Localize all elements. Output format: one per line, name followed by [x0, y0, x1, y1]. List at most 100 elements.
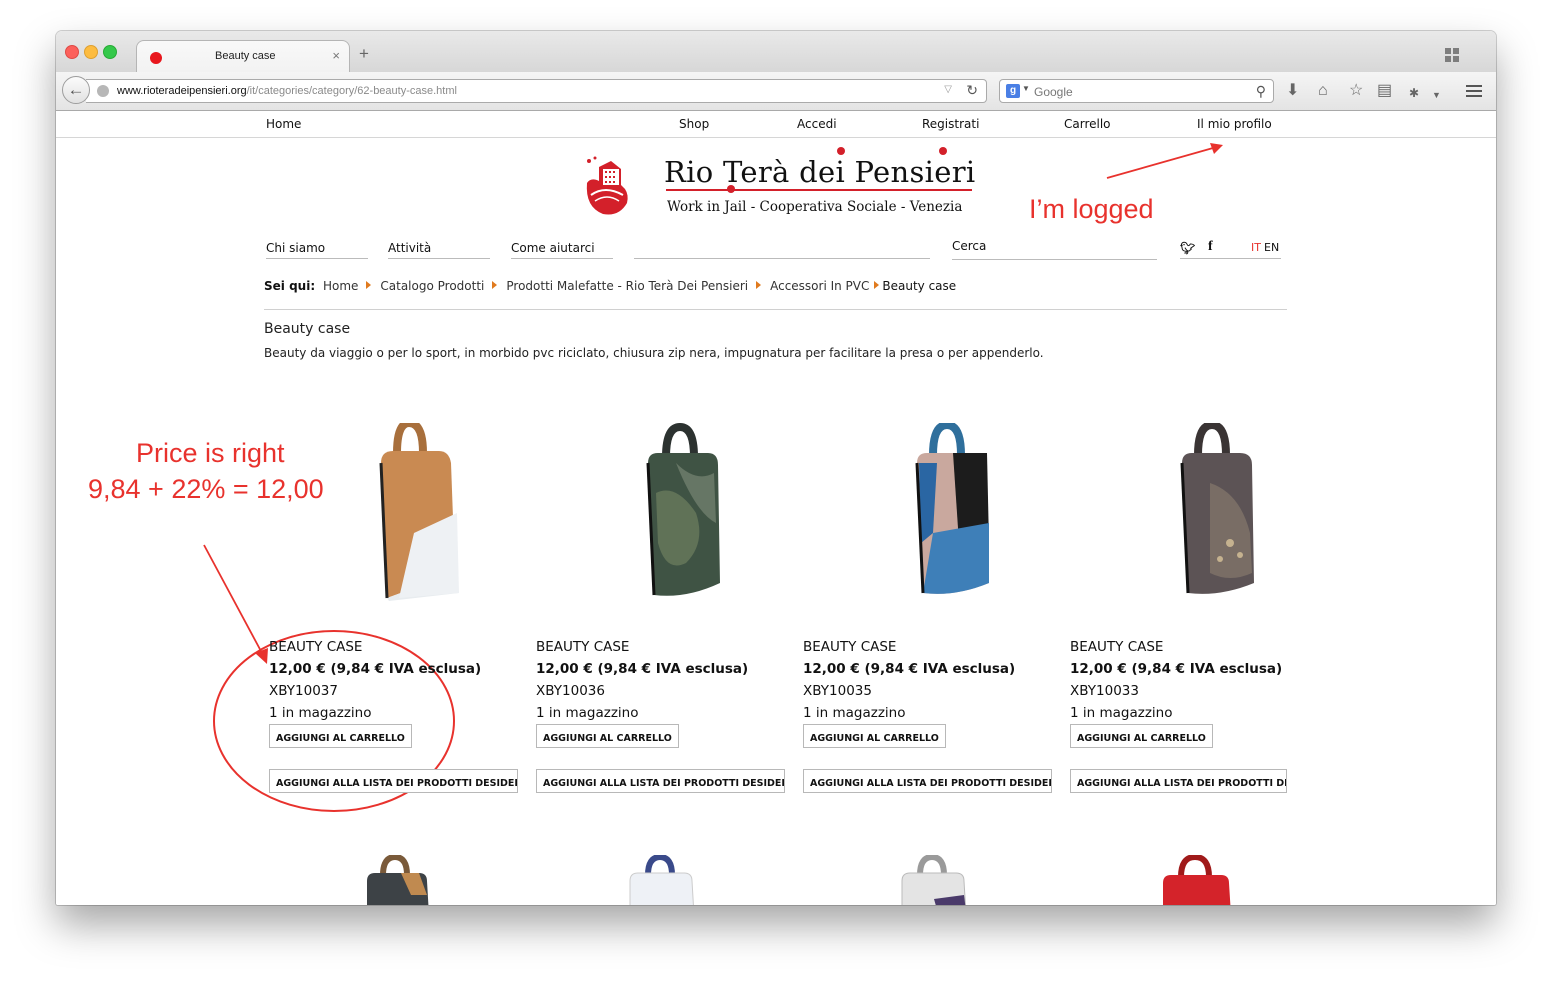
breadcrumb: Sei qui: Home Catalogo Prodotti Prodotti M… — [264, 279, 956, 293]
logged-arrow — [1106, 143, 1223, 179]
search-engine-icon[interactable]: g — [1006, 84, 1020, 98]
product-sku: XBY10035 — [803, 683, 872, 699]
nav-underline — [511, 258, 613, 259]
facebook-icon[interactable]: f — [1208, 239, 1213, 255]
search-label: Cerca — [952, 239, 987, 253]
nav-underline — [388, 258, 490, 259]
search-engine-caret-icon[interactable]: ▼ — [1022, 84, 1030, 93]
back-button[interactable]: ← — [62, 76, 90, 104]
product-sku: XBY10036 — [536, 683, 605, 699]
breadcrumb-pvc[interactable]: Accessori In PVC — [770, 279, 869, 293]
product-image[interactable] — [626, 423, 736, 603]
nav-underline — [266, 258, 368, 259]
add-to-wishlist-button[interactable]: AGGIUNGI ALLA LISTA DEI PRODOTTI DESIDER… — [1070, 769, 1287, 793]
url-history-dropdown-icon[interactable]: ▽ — [944, 84, 952, 95]
product-image-partial[interactable] — [626, 855, 696, 905]
product-price: 12,00 € (9,84 € IVA esclusa) — [803, 661, 1016, 677]
search-icon[interactable]: ⚲ — [1256, 83, 1266, 100]
lang-en[interactable]: EN — [1264, 241, 1279, 254]
logo-underline — [666, 189, 972, 191]
download-icon[interactable]: ⬇ — [1286, 82, 1299, 100]
home-icon[interactable]: ⌂ — [1318, 82, 1328, 100]
bookmark-star-icon[interactable]: ☆ — [1349, 82, 1363, 100]
product-image-partial[interactable] — [1161, 855, 1231, 905]
logo-title[interactable]: Rio Terà dei Pensieri — [664, 155, 975, 189]
add-to-cart-button[interactable]: AGGIUNGI AL CARRELLO — [1070, 724, 1213, 748]
top-menu-register[interactable]: Registrati — [922, 117, 979, 131]
site-search-input[interactable] — [952, 259, 1157, 260]
url-host: www.rioteradeipensieri.org — [117, 85, 247, 97]
nav-underline — [634, 258, 930, 259]
top-menu-shop[interactable]: Shop — [679, 117, 709, 131]
logged-annotation: I’m logged — [1029, 194, 1154, 224]
search-bar[interactable]: g ▼ Google ⚲ — [999, 79, 1274, 103]
breadcrumb-catalog[interactable]: Catalogo Prodotti — [380, 279, 484, 293]
add-to-wishlist-button[interactable]: AGGIUNGI ALLA LISTA DEI PRODOTTI DESIDER… — [536, 769, 785, 793]
product-image[interactable] — [1160, 423, 1270, 603]
product-card: BEAUTY CASE 12,00 € (9,84 € IVA esclusa)… — [269, 423, 524, 823]
top-menu-profile[interactable]: Il mio profilo — [1197, 117, 1272, 131]
back-arrow-icon: ← — [67, 80, 85, 99]
product-image[interactable] — [893, 423, 1003, 603]
product-card: BEAUTY CASE 12,00 € (9,84 € IVA esclusa)… — [1070, 423, 1325, 823]
tab-close-icon[interactable]: × — [332, 48, 340, 63]
product-stock: 1 in magazzino — [269, 705, 372, 721]
add-to-cart-button[interactable]: AGGIUNGI AL CARRELLO — [536, 724, 679, 748]
new-tab-button[interactable]: + — [359, 45, 369, 62]
product-sku: XBY10037 — [269, 683, 338, 699]
maximize-window-button[interactable] — [103, 45, 117, 59]
reading-list-icon[interactable]: ▤ — [1377, 82, 1392, 100]
logo-dot — [727, 185, 735, 193]
add-to-wishlist-button[interactable]: AGGIUNGI ALLA LISTA DEI PRODOTTI DESIDER… — [803, 769, 1052, 793]
breadcrumb-home[interactable]: Home — [323, 279, 358, 293]
nav-about[interactable]: Chi siamo — [266, 241, 325, 255]
top-menu-login[interactable]: Accedi — [797, 117, 837, 131]
browser-tab[interactable]: Beauty case × — [136, 40, 350, 73]
lang-it[interactable]: IT — [1251, 241, 1261, 254]
product-price: 12,00 € (9,84 € IVA esclusa) — [269, 661, 482, 677]
nav-activities[interactable]: Attività — [388, 241, 431, 255]
logo-icon[interactable] — [581, 155, 633, 217]
logo-dot — [939, 147, 947, 155]
addon-dropdown-icon[interactable]: ▼ — [1432, 86, 1441, 104]
product-stock: 1 in magazzino — [536, 705, 639, 721]
product-name[interactable]: BEAUTY CASE — [803, 639, 896, 655]
twitter-icon[interactable]: 🐦︎ — [1180, 241, 1195, 255]
product-sku: XBY10033 — [1070, 683, 1139, 699]
close-window-button[interactable] — [65, 45, 79, 59]
product-image-partial[interactable] — [898, 855, 968, 905]
top-menu: Home Shop Accedi Registrati Carrello Il … — [56, 111, 1496, 138]
price-annotation-line1: Price is right — [136, 438, 285, 468]
title-bar: Beauty case × + — [56, 31, 1496, 73]
nav-help[interactable]: Come aiutarci — [511, 241, 595, 255]
addon-icon[interactable]: ✱ — [1409, 84, 1419, 102]
globe-icon — [97, 85, 109, 97]
top-menu-cart[interactable]: Carrello — [1064, 117, 1111, 131]
product-image-partial[interactable] — [361, 855, 431, 905]
add-to-wishlist-button[interactable]: AGGIUNGI ALLA LISTA DEI PRODOTTI DESIDER… — [269, 769, 518, 793]
category-description: Beauty da viaggio o per lo sport, in mor… — [264, 346, 1044, 360]
product-name[interactable]: BEAUTY CASE — [269, 639, 362, 655]
breadcrumb-malefatte[interactable]: Prodotti Malefatte - Rio Terà Dei Pensie… — [506, 279, 748, 293]
navigation-toolbar: www.rioteradeipensieri.org/it/categories… — [56, 72, 1496, 111]
add-to-cart-button[interactable]: AGGIUNGI AL CARRELLO — [803, 724, 946, 748]
product-stock: 1 in magazzino — [803, 705, 906, 721]
product-name[interactable]: BEAUTY CASE — [536, 639, 629, 655]
product-image[interactable] — [359, 423, 469, 603]
url-text[interactable]: www.rioteradeipensieri.org/it/categories… — [117, 85, 457, 97]
browser-window: Beauty case × + www.rioteradeipensieri.o… — [56, 31, 1496, 905]
url-bar[interactable]: www.rioteradeipensieri.org/it/categories… — [86, 79, 987, 103]
web-page: Home Shop Accedi Registrati Carrello Il … — [56, 111, 1496, 905]
logo-dot — [837, 147, 845, 155]
add-to-cart-button[interactable]: AGGIUNGI AL CARRELLO — [269, 724, 412, 748]
breadcrumb-divider — [264, 309, 1287, 310]
product-price: 12,00 € (9,84 € IVA esclusa) — [536, 661, 749, 677]
minimize-window-button[interactable] — [84, 45, 98, 59]
product-stock: 1 in magazzino — [1070, 705, 1173, 721]
tab-groups-icon[interactable] — [1445, 48, 1459, 62]
product-name[interactable]: BEAUTY CASE — [1070, 639, 1163, 655]
breadcrumb-current: Beauty case — [882, 279, 957, 293]
reload-icon[interactable]: ↻ — [966, 82, 978, 99]
top-menu-home[interactable]: Home — [266, 117, 301, 131]
menu-icon[interactable] — [1466, 85, 1482, 97]
